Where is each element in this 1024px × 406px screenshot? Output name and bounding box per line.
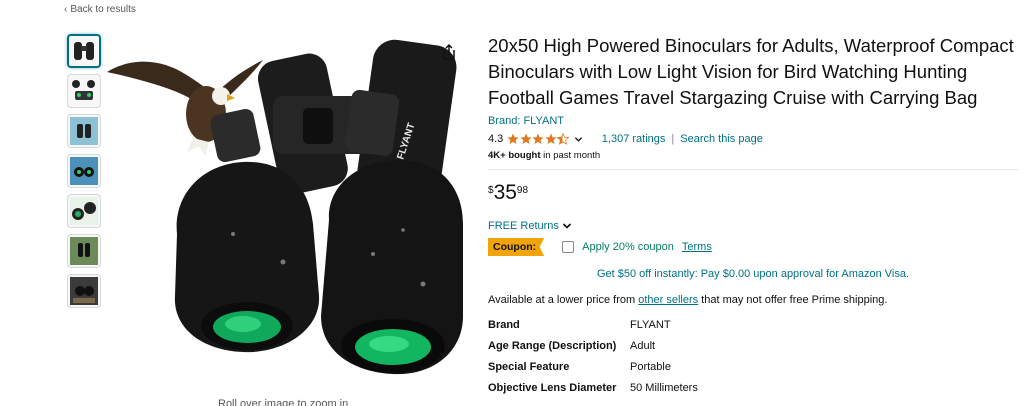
product-specs-table: Brand FLYANT Age Range (Description) Adult… [488,314,698,398]
apply-coupon-checkbox[interactable] [562,241,575,253]
product-title: 20x50 High Powered Binoculars for Adults… [488,35,1014,108]
spec-key: Objective Lens Diameter [488,381,617,394]
spec-key: Brand [488,318,520,331]
bought-suffix: in past month [540,150,601,161]
spec-value: FLYANT [630,318,671,331]
binoculars-kit-thumb-icon [72,80,95,100]
price: $ 35 98 [488,182,1018,206]
bought-in-past-month: 4K+ bought in past month [488,150,1018,161]
free-returns-link[interactable]: FREE Returns [488,220,1018,232]
coupon-badge: Coupon: [488,238,545,256]
spec-row: Brand FLYANT [488,314,698,335]
star-full-icon [520,133,532,144]
divider [488,169,1018,170]
product-main-image[interactable]: FLYANT [103,34,475,380]
apply-coupon-label[interactable]: Apply 20% coupon [582,241,674,253]
star-rating[interactable] [507,133,570,145]
thumbnail-strip [67,34,101,314]
spec-row: Age Range (Description) Adult [488,335,698,356]
lower-price-post: that may not offer free Prime shipping. [698,294,888,306]
back-to-results-link[interactable]: ‹ Back to results [64,4,136,15]
other-sellers-link[interactable]: other sellers [638,294,698,306]
scene-thumb-icon [70,117,98,145]
price-whole: 35 [493,181,517,204]
thumbnail-4[interactable] [67,154,101,188]
thumbnail-3[interactable] [67,114,101,148]
chevron-left-icon: ‹ [64,4,68,15]
star-full-icon [507,133,519,144]
coupon-row: Coupon: Apply 20% coupon Terms [488,238,1018,256]
ratings-count-link[interactable]: 1,307 ratings [602,133,666,145]
thumbnail-6[interactable] [67,234,101,268]
visa-offer-link[interactable]: Get $50 off instantly: Pay $0.00 upon ap… [488,268,1018,280]
features-thumb-icon [70,157,98,185]
spec-row: Special Feature Portable [488,356,698,377]
star-full-icon [532,133,544,144]
spec-key: Age Range (Description) [488,339,617,352]
lower-price-notice: Available at a lower price from other se… [488,294,1018,306]
binoculars-thumb-icon [74,42,94,60]
brand-link[interactable]: Brand: FLYANT [488,115,564,127]
thumbnail-5[interactable] [67,194,101,228]
share-icon[interactable] [441,43,457,61]
thumbnail-1[interactable] [67,34,101,68]
thumbnail-2[interactable] [67,74,101,108]
search-this-page-link[interactable]: Search this page [680,133,763,145]
rating-row: 4.3 1,307 ratings | Search this page [488,131,1018,147]
product-info: 20x50 High Powered Binoculars for Adults… [488,33,1018,398]
outdoor-thumb-icon [70,237,98,265]
star-half-icon [557,133,570,145]
usage-thumb-icon [70,277,98,305]
spec-value: Portable [630,360,671,373]
lens-thumb-icon [70,197,98,225]
star-full-icon [545,133,557,144]
spec-value: Adult [630,339,656,352]
back-label: Back to results [70,4,136,15]
chevron-down-icon[interactable] [574,135,583,144]
price-fraction: 98 [516,185,529,196]
lower-price-pre: Available at a lower price from [488,294,639,306]
zoom-hint: Roll over image to zoom in [218,398,349,406]
bought-count: 4K+ bought [488,150,541,161]
chevron-down-icon [562,223,571,229]
separator: | [671,133,675,145]
thumbnail-7[interactable] [67,274,101,308]
spec-value: 50 Millimeters [630,381,698,394]
free-returns-label: FREE Returns [488,220,559,232]
spec-row: Objective Lens Diameter 50 Millimeters [488,377,698,398]
focus-wheel [303,108,333,144]
coupon-terms-link[interactable]: Terms [682,241,712,253]
rating-value: 4.3 [488,133,504,145]
spec-key: Special Feature [488,360,570,373]
